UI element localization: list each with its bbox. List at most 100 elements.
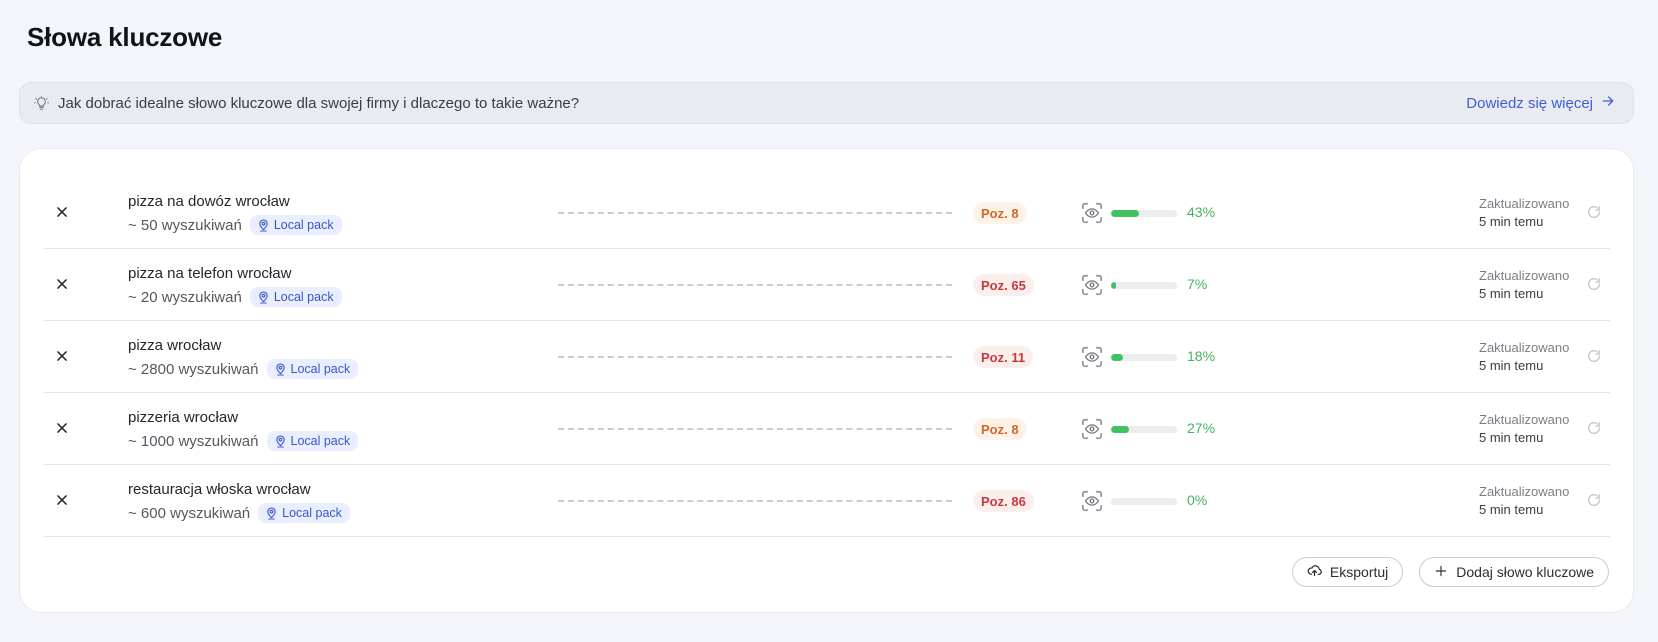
keyword-name: pizza na telefon wrocław (128, 265, 292, 282)
close-icon (57, 207, 67, 217)
updated-time: 5 min temu (1479, 214, 1544, 229)
keyword-name: restauracja włoska wrocław (128, 481, 311, 498)
refresh-icon[interactable] (1586, 204, 1604, 222)
search-volume: ~ 1000 wyszukiwań (128, 432, 259, 450)
visibility-scan-icon[interactable] (1081, 202, 1103, 224)
local-pack-label: Local pack (273, 290, 334, 304)
local-pack-label: Local pack (290, 362, 351, 376)
visibility-progress-bar (1111, 498, 1177, 505)
position-badge: Poz. 86 (973, 490, 1034, 512)
visibility-progress-bar (1111, 354, 1177, 361)
position-badge: Poz. 11 (973, 346, 1034, 368)
visibility-progress-fill (1111, 210, 1140, 217)
keyword-name: pizza na dowóz wrocław (128, 193, 290, 210)
plus-icon (1434, 564, 1448, 581)
refresh-icon[interactable] (1586, 492, 1604, 510)
position-history-line (558, 212, 952, 214)
local-pack-badge: Local pack (266, 431, 359, 451)
search-volume: ~ 20 wyszukiwań (128, 288, 242, 306)
remove-keyword-button[interactable] (53, 419, 71, 437)
map-pin-icon (267, 506, 276, 520)
visibility-progress-bar (1111, 282, 1177, 289)
remove-keyword-button[interactable] (53, 347, 71, 365)
keyword-meta: ~ 2800 wyszukiwań Local pack (128, 359, 359, 379)
visibility-percent: 27% (1187, 420, 1216, 436)
local-pack-label: Local pack (273, 218, 334, 232)
map-pin-icon (259, 218, 268, 232)
position-badge: Poz. 8 (973, 418, 1027, 440)
visibility-scan-icon[interactable] (1081, 490, 1103, 512)
close-icon (57, 495, 67, 505)
visibility-percent: 7% (1187, 276, 1208, 292)
local-pack-label: Local pack (282, 506, 342, 520)
keywords-card: pizza na dowóz wrocław ~ 50 wyszukiwań L… (19, 148, 1634, 613)
updated-label: Zaktualizowano (1479, 484, 1570, 499)
updated-time: 5 min temu (1479, 286, 1544, 301)
keywords-list: pizza na dowóz wrocław ~ 50 wyszukiwań L… (44, 177, 1610, 537)
local-pack-badge: Local pack (258, 503, 350, 523)
lightbulb-icon (32, 94, 50, 112)
remove-keyword-button[interactable] (53, 491, 71, 509)
tip-text: Jak dobrać idealne słowo kluczowe dla sw… (58, 94, 580, 112)
card-actions: Eksportuj Dodaj słowo kluczowe (1291, 557, 1609, 587)
keyword-meta: ~ 50 wyszukiwań Local pack (128, 215, 342, 235)
learn-more-link[interactable]: Dowiedz się więcej (1466, 94, 1615, 112)
updated-time: 5 min temu (1479, 358, 1544, 373)
keyword-row: pizza na dowóz wrocław ~ 50 wyszukiwań L… (44, 177, 1610, 249)
local-pack-badge: Local pack (249, 287, 342, 307)
visibility-scan-icon[interactable] (1081, 418, 1103, 440)
visibility-percent: 0% (1187, 492, 1208, 508)
local-pack-badge: Local pack (266, 359, 359, 379)
refresh-icon[interactable] (1586, 420, 1604, 438)
remove-keyword-button[interactable] (53, 275, 71, 293)
visibility-scan-icon[interactable] (1081, 346, 1103, 368)
refresh-icon[interactable] (1586, 348, 1604, 366)
arrow-right-icon (1601, 94, 1615, 112)
position-badge: Poz. 8 (973, 202, 1027, 224)
visibility-scan-icon[interactable] (1081, 274, 1103, 296)
updated-time: 5 min temu (1479, 502, 1544, 517)
visibility-progress-fill (1111, 354, 1123, 361)
search-volume: ~ 2800 wyszukiwań (128, 360, 259, 378)
cloud-upload-icon (1307, 563, 1322, 581)
export-button[interactable]: Eksportuj (1291, 557, 1404, 587)
remove-keyword-button[interactable] (53, 203, 71, 221)
keyword-row: pizza na telefon wrocław ~ 20 wyszukiwań… (44, 249, 1610, 321)
local-pack-badge: Local pack (249, 215, 342, 235)
updated-label: Zaktualizowano (1479, 340, 1570, 355)
visibility-progress-fill (1111, 426, 1129, 433)
tip-banner: Jak dobrać idealne słowo kluczowe dla sw… (19, 82, 1634, 124)
keyword-meta: ~ 20 wyszukiwań Local pack (128, 287, 342, 307)
map-pin-icon (275, 434, 285, 448)
page-title: Słowa kluczowe (27, 22, 223, 52)
position-history-line (558, 356, 952, 358)
visibility-percent: 43% (1187, 204, 1216, 220)
keyword-row: restauracja włoska wrocław ~ 600 wyszuki… (44, 465, 1610, 537)
learn-more-label: Dowiedz się więcej (1466, 94, 1593, 112)
local-pack-label: Local pack (290, 434, 351, 448)
add-keyword-label: Dodaj słowo kluczowe (1456, 564, 1594, 580)
close-icon (57, 423, 67, 433)
keyword-row: pizza wrocław ~ 2800 wyszukiwań Local pa… (44, 321, 1610, 393)
updated-label: Zaktualizowano (1479, 412, 1570, 427)
visibility-progress-fill (1111, 282, 1116, 289)
position-badge: Poz. 65 (973, 274, 1034, 296)
close-icon (57, 351, 67, 361)
position-history-line (558, 428, 952, 430)
keyword-row: pizzeria wrocław ~ 1000 wyszukiwań Local… (44, 393, 1610, 465)
search-volume: ~ 600 wyszukiwań (128, 504, 251, 522)
map-pin-icon (275, 362, 285, 376)
add-keyword-button[interactable]: Dodaj słowo kluczowe (1419, 557, 1609, 587)
search-volume: ~ 50 wyszukiwań (128, 216, 242, 234)
close-icon (57, 279, 67, 289)
updated-time: 5 min temu (1479, 430, 1544, 445)
position-history-line (558, 500, 952, 502)
refresh-icon[interactable] (1586, 276, 1604, 294)
updated-label: Zaktualizowano (1479, 196, 1570, 211)
updated-label: Zaktualizowano (1479, 268, 1570, 283)
keyword-meta: ~ 600 wyszukiwań Local pack (128, 503, 350, 523)
keyword-name: pizza wrocław (128, 337, 222, 354)
visibility-progress-bar (1111, 426, 1177, 433)
export-label: Eksportuj (1329, 564, 1389, 580)
keyword-name: pizzeria wrocław (128, 409, 239, 426)
